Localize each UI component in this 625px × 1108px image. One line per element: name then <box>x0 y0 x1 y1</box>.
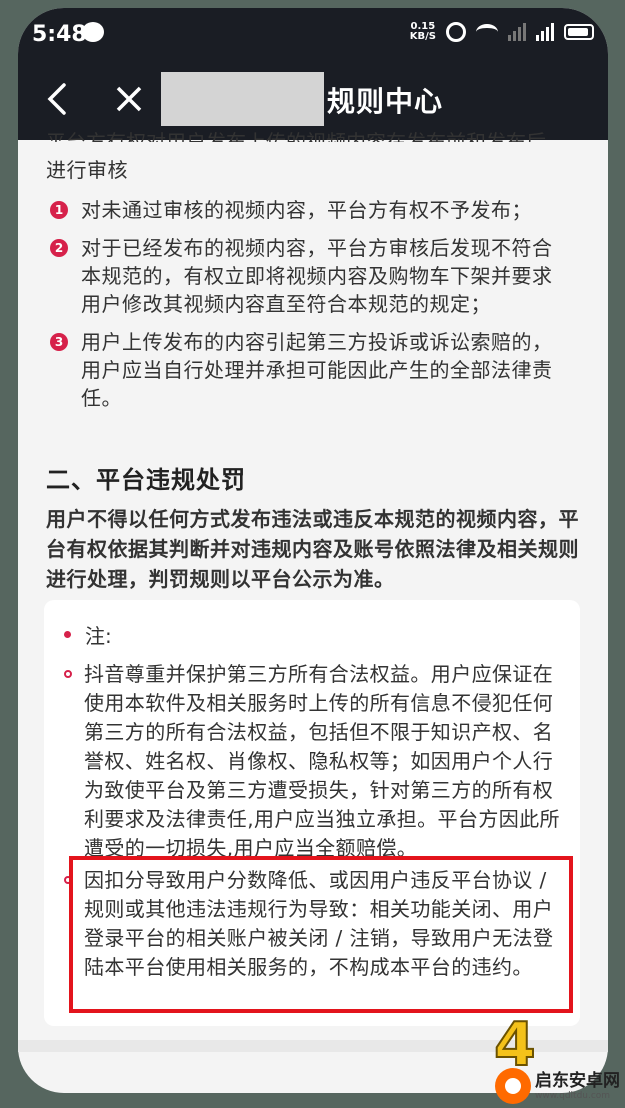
note-item: 抖音尊重并保护第三方所有合法权益。用户应保证在使用本软件及相关服务时上传的所有信… <box>64 660 572 863</box>
message-icon <box>82 22 104 42</box>
bullet-ring <box>64 670 72 678</box>
screen: 5:48 0.15 KB/S 规则中心 平台方有权对用户发布上传的视频内容在发布… <box>18 8 608 1093</box>
numbered-item: 3 用户上传发布的内容引起第三方投诉或诉讼索赔的，用户应当自行处理并承担可能因此… <box>50 328 561 412</box>
speed-unit: KB/S <box>409 31 436 42</box>
item-text: 用户上传发布的内容引起第三方投诉或诉讼索赔的，用户应当自行处理并承担可能因此产生… <box>81 330 553 410</box>
watermark-logo-icon <box>495 1068 531 1104</box>
item-text: 对于已经发布的视频内容，平台方审核后发现不符合本规范的，有权立即将视频内容及购物… <box>81 236 553 316</box>
section-title: 二、平台违规处罚 <box>46 466 246 494</box>
status-icons: 0.15 KB/S <box>410 22 594 42</box>
signal-icon-2 <box>536 23 554 41</box>
numbered-item: 1 对未通过审核的视频内容，平台方有权不予发布； <box>50 196 561 224</box>
numbered-item: 2 对于已经发布的视频内容，平台方审核后发现不符合本规范的，有权立即将视频内容及… <box>50 234 561 318</box>
note-card: 注: 抖音尊重并保护第三方所有合法权益。用户应保证在使用本软件及相关服务时上传的… <box>44 600 580 1026</box>
number-badge: 3 <box>50 333 68 351</box>
alarm-icon <box>446 22 466 42</box>
page-title: 规则中心 <box>327 85 444 118</box>
back-icon[interactable] <box>44 82 74 116</box>
wifi-icon <box>476 24 498 40</box>
phone-frame: 5:48 0.15 KB/S 规则中心 平台方有权对用户发布上传的视频内容在发布… <box>0 0 625 1108</box>
note-label: 注: <box>64 620 112 649</box>
network-speed: 0.15 KB/S <box>410 22 436 42</box>
battery-icon <box>564 24 594 40</box>
watermark-url: www.qdltdu.com <box>535 1090 611 1101</box>
highlight-box <box>69 856 573 1013</box>
watermark-name: 启东安卓网 <box>535 1070 620 1091</box>
close-icon[interactable] <box>116 84 142 114</box>
watermark-text: 启东安卓网 www.qdltdu.com <box>535 1071 620 1102</box>
number-badge: 2 <box>50 239 68 257</box>
number-badge: 1 <box>50 201 68 219</box>
cut-off-text: 平台方有权对用户发布上传的视频内容在发布前和发布后 <box>46 130 546 142</box>
signal-icon-1 <box>508 23 526 41</box>
item-text: 对未通过审核的视频内容，平台方有权不予发布； <box>81 198 532 222</box>
status-bar: 5:48 0.15 KB/S <box>18 8 608 58</box>
bullet-dot <box>64 631 71 638</box>
watermark: 启东安卓网 www.qdltdu.com <box>495 1068 620 1104</box>
status-time: 5:48 <box>32 22 87 47</box>
section-text: 用户不得以任何方式发布违法或违反本规范的视频内容，平台有权依据其判断并对违规内容… <box>46 507 579 591</box>
note-label-text: 注: <box>85 624 112 648</box>
intro-tail: 进行审核 <box>46 158 128 182</box>
note-item-text: 抖音尊重并保护第三方所有合法权益。用户应保证在使用本软件及相关服务时上传的所有信… <box>84 662 560 860</box>
redacted-region <box>161 72 324 126</box>
